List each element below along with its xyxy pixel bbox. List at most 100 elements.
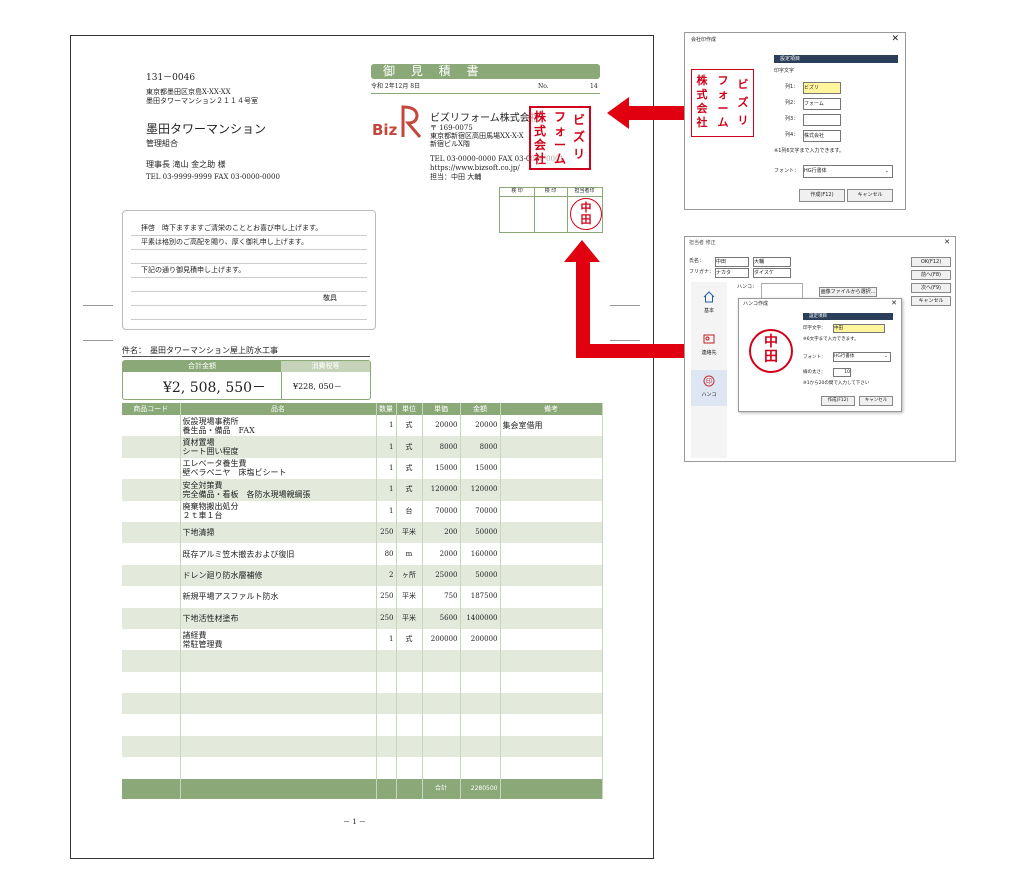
item-name: 仮設現場事務所 養生品・備品 FAX [180, 415, 377, 437]
item-amount: 200000 [460, 628, 501, 651]
greeting-closing: 敬具 [131, 291, 367, 306]
table-row: 廃棄物搬出処分 ２ｔ車１台 1 台 70000 70000 [122, 500, 603, 522]
table-row: 既存アルミ笠木撤去および復旧 80 m 2000 160000 [122, 543, 603, 565]
item-name: 下地清掃 [180, 521, 377, 544]
font-label: フォント： [774, 168, 800, 174]
hanko-create-dialog: ハンコ作成 ✕ 中田 設定項目 印字文字： 中田 ※6文字まで入力できます。 フ… [738, 298, 902, 412]
table-row [122, 735, 603, 758]
document-no-value: 14 [590, 83, 598, 90]
item-amount: 15000 [460, 457, 501, 480]
first-name-input[interactable]: 大輔 [753, 257, 791, 267]
prev-button[interactable]: 前へ(F8) [911, 270, 951, 280]
nav-item-contact[interactable]: 連絡先 [691, 328, 727, 364]
table-row: 下地活性材塗布 250 平米 5600 1400000 [122, 607, 603, 629]
item-qty: 250 [376, 586, 397, 608]
greeting-line: 平素は格別のご高配を賜り、厚く御礼申し上げます。 [131, 235, 367, 250]
font-select[interactable]: HG行書体 ⌄ [803, 165, 893, 178]
ok-button[interactable]: OK(F12) [911, 257, 951, 267]
nav-item-basic[interactable]: 基本 [691, 286, 727, 322]
item-unit: 式 [396, 436, 423, 458]
line-width-input[interactable]: 10 [833, 368, 851, 377]
item-name: 廃棄物搬出処分 ２ｔ車１台 [180, 500, 377, 522]
company-address-2: 新宿ビルX階 [430, 140, 470, 148]
stamp-text-input[interactable]: 中田 [833, 324, 885, 333]
create-button[interactable]: 作成(F12) [799, 189, 845, 202]
last-kana-input[interactable]: ナカタ [715, 268, 749, 278]
cancel-button[interactable]: キャンセル [911, 296, 951, 306]
company-logo-icon [400, 103, 424, 143]
column-header: 数量 [376, 403, 397, 415]
cancel-button[interactable]: キャンセル [847, 189, 893, 202]
image-file-button[interactable]: 画像ファイルから選択... [819, 287, 877, 297]
item-note [500, 500, 603, 522]
table-row: 下地清掃 250 平米 200 50000 [122, 521, 603, 544]
item-note: 集会室借用 [500, 415, 603, 437]
item-unit: 平米 [396, 607, 423, 629]
col2-input[interactable]: フォーム [803, 98, 841, 110]
font-select[interactable]: HG行書体 ⌄ [833, 352, 891, 362]
item-unit: 式 [396, 628, 423, 651]
create-button[interactable]: 作成(F12) [821, 396, 855, 406]
item-qty: 1 [376, 415, 397, 437]
close-icon[interactable]: ✕ [891, 299, 897, 307]
col4-input[interactable]: 株式会社 [803, 130, 841, 142]
document-title: 御 見 積 書 [383, 64, 485, 78]
subject-label: 件名： [122, 346, 146, 355]
item-unit: 式 [396, 415, 423, 437]
col1-input[interactable]: ビズリ [803, 82, 841, 94]
item-unit: 式 [396, 457, 423, 480]
kana-label: フリガナ： [689, 269, 715, 275]
company-logo-text: Biz [372, 121, 398, 139]
item-qty: 1 [376, 457, 397, 480]
nav-item-hanko[interactable]: 印 ハンコ [691, 370, 727, 406]
item-name: 諸経費 常駐管理費 [180, 628, 377, 651]
column-header: 品名 [180, 403, 377, 415]
cancel-button[interactable]: キャンセル [859, 396, 893, 406]
table-total-row: 合計 2280500 [122, 778, 603, 799]
column-header: 単位 [396, 403, 423, 415]
close-icon[interactable]: ✕ [891, 34, 899, 44]
column-header: 備考 [500, 403, 603, 415]
table-row [122, 757, 603, 779]
item-qty: 1 [376, 500, 397, 522]
name-label: 氏名： [689, 258, 705, 264]
col-label: 列4： [785, 132, 799, 138]
greeting-line: 拝啓 時下ますますご清栄のこととお喜び申し上げます。 [131, 221, 367, 236]
column-header: 金額 [460, 403, 501, 415]
item-name: エレベータ養生費 壁ベラベニヤ 床塩ビシート [180, 457, 377, 480]
item-price: 20000 [422, 415, 461, 437]
item-amount: 120000 [460, 479, 501, 501]
fold-mark [83, 340, 113, 341]
recipient-name: 墨田タワーマンション [146, 122, 267, 136]
field-label: 印字文字： [803, 326, 826, 331]
item-price: 200 [422, 521, 461, 544]
recipient-org: 管理組合 [146, 139, 178, 148]
item-amount: 50000 [460, 564, 501, 587]
table-row: 仮設現場事務所 養生品・備品 FAX 1 式 20000 20000 集会室借用 [122, 415, 603, 437]
next-button[interactable]: 次へ(F9) [911, 283, 951, 293]
title-bar: 御 見 積 書 [371, 64, 600, 79]
item-note [500, 479, 603, 501]
total-box: 合計金額 消費税等 ¥2, 508, 550－ ¥228, 050－ [122, 360, 371, 400]
close-icon[interactable]: ✕ [944, 238, 950, 246]
table-row: 安全対策費 完全備品・看板 各防水現場親綱張 1 式 120000 120000 [122, 479, 603, 501]
page-number: － 1 － [343, 818, 366, 826]
item-amount: 1400000 [460, 607, 501, 629]
table-row: 新規平場アスファルト防水 250 平米 750 187500 [122, 586, 603, 608]
item-unit: 式 [396, 479, 423, 501]
table-row: 資材置場 シート囲い程度 1 式 8000 8000 [122, 436, 603, 458]
contact-icon [703, 334, 715, 344]
sum-label: 合計 [422, 778, 461, 799]
first-kana-input[interactable]: ダイスケ [753, 268, 791, 278]
approval-boxes: 検 印 検 印 担当者印 中田 [499, 187, 603, 233]
item-name: 下地活性材塗布 [180, 607, 377, 629]
item-unit: ヶ所 [396, 564, 423, 587]
home-icon [703, 291, 715, 303]
last-name-input[interactable]: 中田 [715, 257, 749, 267]
column-header: 単価 [422, 403, 461, 415]
item-qty: 1 [376, 628, 397, 651]
col3-input[interactable] [803, 114, 841, 126]
item-name: 資材置場 シート囲い程度 [180, 436, 377, 458]
greeting-line [131, 305, 367, 320]
item-qty: 250 [376, 521, 397, 544]
